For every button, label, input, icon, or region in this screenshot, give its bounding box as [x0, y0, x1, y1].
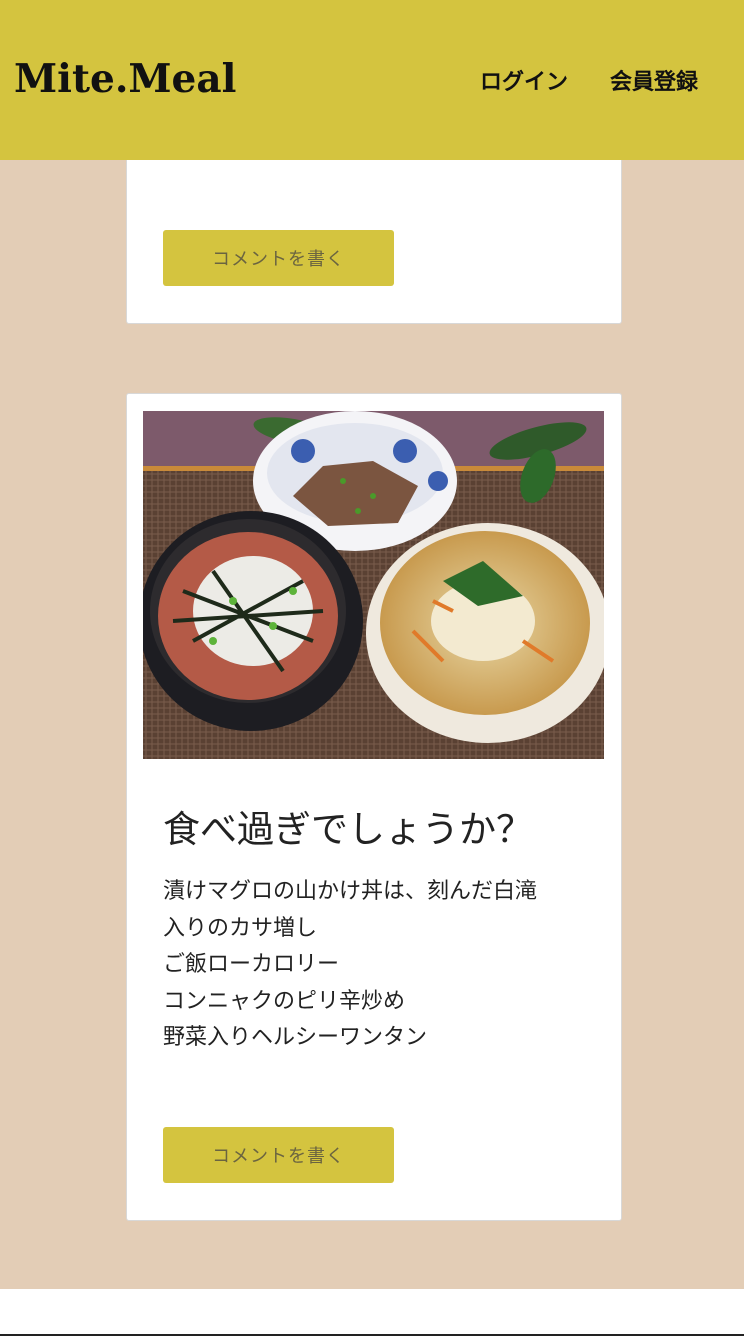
site-header: Mite.Meal ログイン 会員登録	[0, 0, 744, 160]
post-body-line: 入りのカサ増し	[163, 915, 318, 941]
site-logo[interactable]: Mite.Meal	[14, 56, 236, 102]
register-link[interactable]: 会員登録	[610, 64, 698, 96]
post-body-line: コンニャクのピリ辛炒め	[163, 988, 406, 1014]
post-card: 食べ過ぎでしょうか？ 漬けマグロの山かけ丼は、刻んだ白滝 入りのカサ増し ご飯ロ…	[126, 393, 622, 1221]
write-comment-button[interactable]: コメントを書く	[163, 230, 394, 286]
write-comment-button[interactable]: コメントを書く	[163, 1127, 394, 1183]
post-photo	[143, 411, 604, 759]
post-title: 食べ過ぎでしょうか？	[163, 808, 533, 851]
post-body-line: 漬けマグロの山かけ丼は、刻んだ白滝	[163, 879, 538, 904]
login-link[interactable]: ログイン	[480, 64, 568, 96]
post-body-line: ご飯ローカロリー	[163, 952, 340, 977]
post-body: 漬けマグロの山かけ丼は、刻んだ白滝 入りのカサ増し ご飯ローカロリー コンニャク…	[163, 874, 603, 1057]
site-footer	[0, 1289, 744, 1336]
meal-photo-illustration	[143, 411, 604, 759]
post-body-line: 野菜入りヘルシーワンタン	[163, 1025, 428, 1050]
